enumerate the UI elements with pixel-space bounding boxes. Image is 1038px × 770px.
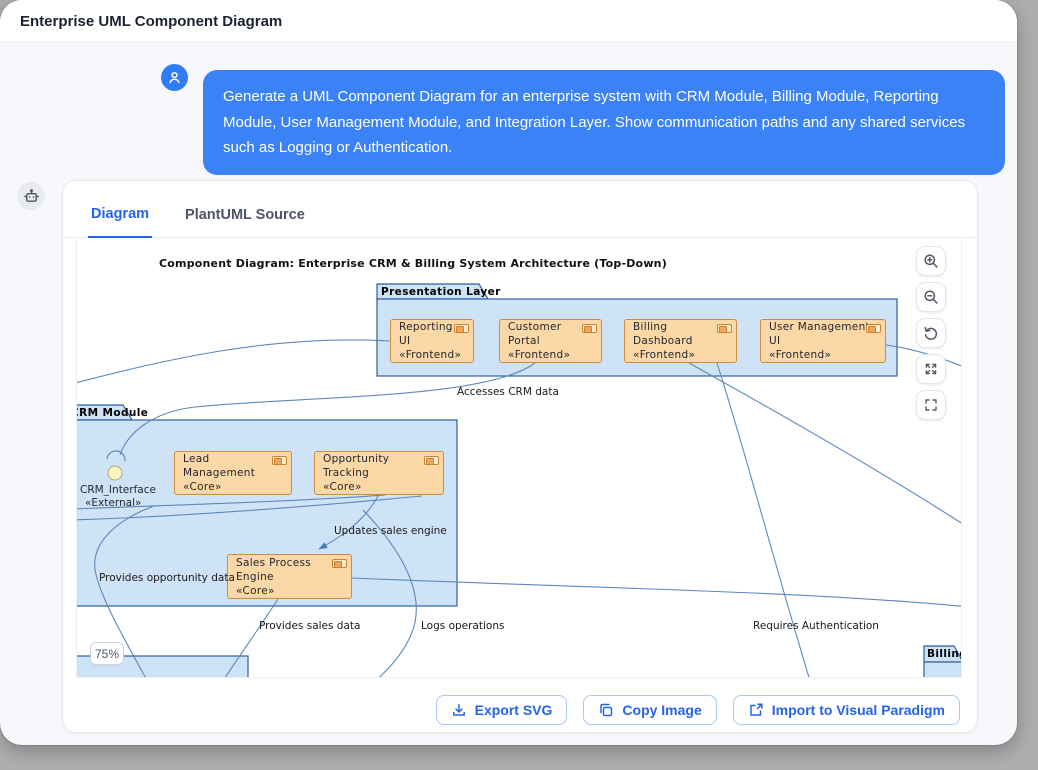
component-icon [454,324,469,333]
footer-actions: Export SVG Copy Image Import to Visual P… [63,695,960,725]
zoom-in-button[interactable] [916,246,946,276]
app-window: Enterprise UML Component Diagram Generat… [0,0,1017,745]
edge-label-provides-sales-data: Provides sales data [259,620,360,632]
component-icon [717,324,732,333]
edge-label-logs-operations: Logs operations [421,620,504,632]
reset-view-button[interactable] [916,318,946,348]
edge-label-requires-authentication: Requires Authentication [753,620,879,632]
diagram-card: Diagram PlantUML Source [62,180,978,733]
component-icon [424,456,439,465]
person-icon [167,70,182,85]
fullscreen-button[interactable] [916,390,946,420]
import-visual-paradigm-button[interactable]: Import to Visual Paradigm [733,695,960,725]
zoom-out-icon [923,289,939,305]
edge-label-updates-sales-engine: Updates sales engine [334,525,447,537]
diagram-canvas[interactable]: Component Diagram: Enterprise CRM & Bill… [76,238,962,678]
zoom-in-icon [923,253,939,269]
component-icon [332,559,347,568]
tab-plantuml-source[interactable]: PlantUML Source [182,207,308,237]
external-link-icon [748,702,764,718]
component-reporting-ui: Reporting UI «Frontend» [390,319,474,363]
component-icon [272,456,287,465]
package-label-presentation: Presentation Layer [381,286,501,298]
expand-icon [923,361,939,377]
fullscreen-icon [923,397,939,413]
component-opportunity-tracking: Opportunity Tracking «Core» [314,451,444,495]
component-customer-portal: Customer Portal «Frontend» [499,319,602,363]
robot-icon [23,188,40,205]
zoom-controls [916,246,946,420]
package-label-crm: CRM Module [76,407,148,419]
component-sales-process-engine: Sales Process Engine «Core» [227,554,352,599]
copy-image-button[interactable]: Copy Image [583,695,716,725]
reset-view-icon [923,325,939,341]
component-billing-dashboard: Billing Dashboard «Frontend» [624,319,737,363]
interface-circle [108,466,122,480]
diagram-title: Component Diagram: Enterprise CRM & Bill… [159,257,667,270]
expand-button[interactable] [916,354,946,384]
edge-label-accesses-crm-data: Accesses CRM data [457,386,559,398]
page-title: Enterprise UML Component Diagram [20,0,282,43]
zoom-level-badge: 75% [90,642,124,665]
component-lead-management: Lead Management «Core» [174,451,292,495]
zoom-out-button[interactable] [916,282,946,312]
package-label-billing: Billing [927,648,962,660]
billing-package-body [924,662,962,678]
tab-bar: Diagram PlantUML Source [63,181,977,238]
app-header: Enterprise UML Component Diagram [0,0,1017,43]
component-icon [866,324,881,333]
bot-avatar [17,182,45,210]
component-icon [582,324,597,333]
component-user-management-ui: User Management UI «Frontend» [760,319,886,363]
user-message-bubble: Generate a UML Component Diagram for an … [203,70,1005,175]
download-icon [451,702,467,718]
export-svg-button[interactable]: Export SVG [436,695,568,725]
edge-label-provides-opportunity-data: Provides opportunity data [99,572,235,584]
user-avatar [161,64,188,91]
tab-diagram[interactable]: Diagram [88,206,152,238]
copy-icon [598,702,614,718]
interface-label: CRM_Interface «External» [80,484,156,510]
